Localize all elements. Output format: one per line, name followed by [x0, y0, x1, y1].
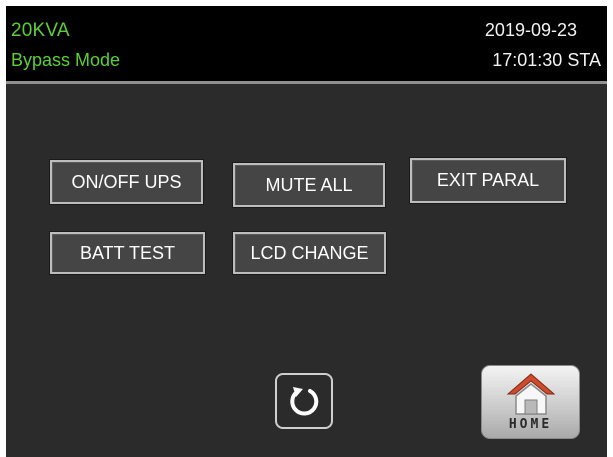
lcd-change-button[interactable]: LCD CHANGE	[232, 231, 387, 275]
home-label: HOME	[508, 417, 553, 432]
operating-mode-label: Bypass Mode	[11, 50, 121, 70]
batt-test-button[interactable]: BATT TEST	[49, 231, 206, 275]
date-display: 2019-09-23	[484, 20, 577, 40]
house-icon	[506, 373, 556, 415]
ups-model-label: 20KVA	[11, 20, 70, 41]
status-header: 20KVA Bypass Mode 2019-09-23 17:01:30 ST…	[6, 6, 607, 81]
exit-paral-button[interactable]: EXIT PARAL	[409, 157, 567, 204]
header-divider	[6, 81, 607, 84]
refresh-back-icon	[290, 387, 319, 416]
on-off-ups-button[interactable]: ON/OFF UPS	[49, 159, 204, 205]
back-button[interactable]	[275, 373, 333, 429]
ups-control-screen: 20KVA Bypass Mode 2019-09-23 17:01:30 ST…	[6, 6, 607, 457]
mute-all-button[interactable]: MUTE ALL	[232, 162, 386, 208]
time-display: 17:01:30 STA	[492, 50, 601, 70]
home-button[interactable]: HOME	[481, 365, 580, 439]
